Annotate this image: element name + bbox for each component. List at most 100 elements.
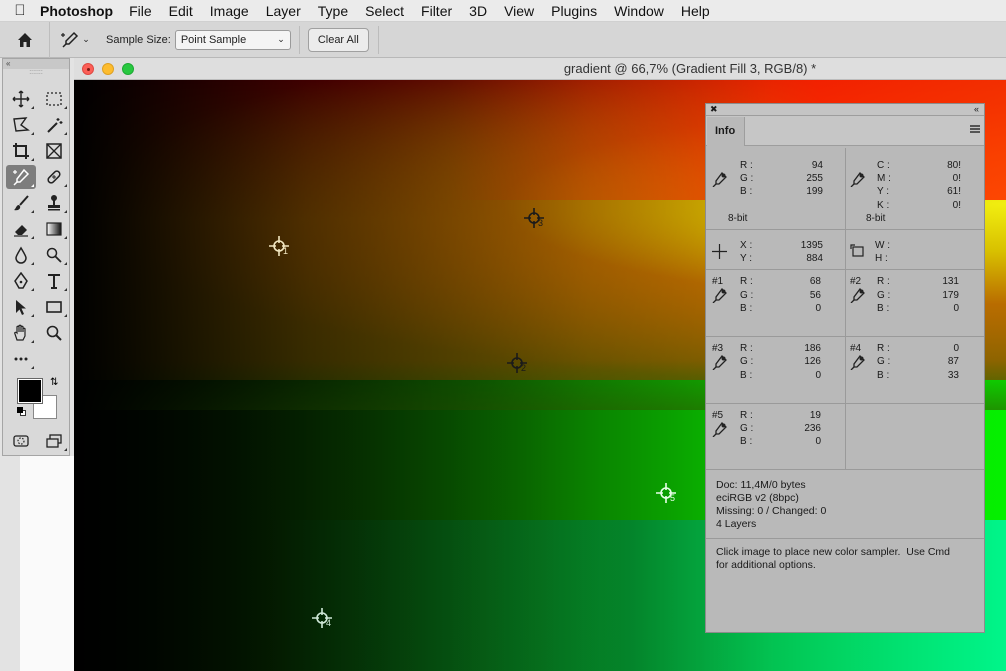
screen-mode-icon[interactable] [39,429,69,453]
divider [706,469,984,470]
frame-tool-icon[interactable] [39,139,69,163]
polygonal-lasso-icon[interactable] [6,113,36,137]
menu-image[interactable]: Image [210,3,249,19]
doc-size-text: Doc: 11,4M/0 bytes [716,479,806,491]
path-selection-icon[interactable] [6,295,36,319]
color-profile-text: eciRGB v2 (8bpc) [716,492,799,504]
s4-g-label: G : [877,356,891,367]
tool-preset-picker[interactable]: ⌄ [50,22,100,58]
home-button[interactable] [0,21,50,58]
sampler-3-tag: #3 [712,343,724,354]
color-sampler-2[interactable]: 2 [504,350,530,376]
healing-brush-icon[interactable] [39,165,69,189]
move-tool-icon[interactable] [6,87,36,111]
menu-file[interactable]: File [129,3,152,19]
sampler-number: 2 [521,363,527,373]
sampler-number: 3 [538,218,544,228]
sample-size-label: Sample Size: [106,33,171,46]
info-panel: ✖ « Info R : G : B : 94 255 199 8-bit C … [705,103,985,633]
divider [377,25,379,54]
divider [706,336,984,337]
menu-filter[interactable]: Filter [421,3,452,19]
missing-changed-text: Missing: 0 / Changed: 0 [716,505,827,517]
sample-size-select[interactable]: Point Sample ⌄ [174,29,291,50]
dodge-icon[interactable] [39,243,69,267]
tool-row [3,321,71,347]
eraser-icon[interactable] [6,217,36,241]
type-icon[interactable] [39,269,69,293]
collapse-panel-icon[interactable]: « [974,104,979,115]
rgb-r-value: 94 [811,160,823,171]
s4-r-value: 0 [953,343,959,354]
s1-g-value: 56 [809,290,821,301]
panel-header: ✖ « [706,104,984,116]
color-sampler-3[interactable]: 3 [521,205,547,231]
divider [706,538,984,539]
panel-menu-icon[interactable] [970,125,980,133]
menu-view[interactable]: View [504,3,534,19]
foreground-color-swatch[interactable] [17,378,43,404]
crosshair-icon [712,244,727,262]
clear-all-button[interactable]: Clear All [307,27,369,52]
menu-plugins[interactable]: Plugins [551,3,597,19]
chevron-down-icon: ⌄ [277,34,285,44]
s3-b-label: B : [740,370,753,381]
panel-tabs: Info [706,116,984,146]
gradient-icon[interactable] [39,217,69,241]
menu-3d[interactable]: 3D [469,3,487,19]
default-colors-icon[interactable] [17,407,26,416]
apple-icon[interactable]:  [0,2,40,19]
eyedropper-icon[interactable] [712,422,727,440]
crop-icon[interactable] [6,139,36,163]
eyedropper-icon[interactable] [712,355,727,373]
menu-layer[interactable]: Layer [266,3,301,19]
cmyk-y-value: 61! [947,186,961,197]
s2-g-value: 179 [942,290,959,301]
color-sampler-4[interactable]: 4 [309,605,335,631]
clone-stamp-icon[interactable] [39,191,69,215]
s3-r-value: 186 [804,343,821,354]
rectangle-icon[interactable] [39,295,69,319]
rectangular-marquee-icon[interactable] [39,87,69,111]
toolbar-grip[interactable]: ::::::: [3,69,69,77]
eyedropper-icon[interactable] [712,288,727,306]
s5-b-label: B : [740,436,753,447]
s5-g-value: 236 [804,423,821,434]
eyedropper-icon[interactable] [850,355,865,373]
divider [706,229,984,230]
menu-app-name[interactable]: Photoshop [40,3,113,19]
pen-icon[interactable] [6,269,36,293]
color-sampler-tool-icon[interactable] [6,165,36,189]
s5-b-value: 0 [815,436,821,447]
divider [845,148,846,470]
eyedropper-icon[interactable] [712,172,727,190]
s3-b-value: 0 [815,370,821,381]
swap-colors-icon[interactable]: ⇅ [50,377,58,388]
menu-type[interactable]: Type [318,3,348,19]
tool-row [3,191,71,217]
eyedropper-icon[interactable] [850,288,865,306]
h-label: H : [875,253,888,264]
hand-icon[interactable] [6,321,36,345]
tab-info[interactable]: Info [707,117,745,146]
menu-edit[interactable]: Edit [169,3,193,19]
magic-wand-icon[interactable] [39,113,69,137]
close-panel-icon[interactable]: ✖ [710,104,718,115]
menu-window[interactable]: Window [614,3,664,19]
more-tools-icon[interactable] [6,347,36,371]
cmyk-c-value: 80! [947,160,961,171]
eyedropper-icon[interactable] [850,172,865,190]
brush-icon[interactable] [6,191,36,215]
s1-r-label: R : [740,276,753,287]
cmyk-k-value: 0! [952,200,961,211]
menu-select[interactable]: Select [365,3,404,19]
color-sampler-5[interactable]: 5 [653,480,679,506]
s4-b-label: B : [877,370,890,381]
color-sampler-1[interactable]: 1 [266,233,292,259]
menu-help[interactable]: Help [681,3,710,19]
collapse-toolbar-icon[interactable]: « [3,59,69,69]
blur-icon[interactable] [6,243,36,267]
cmyk-m-value: 0! [952,173,961,184]
zoom-icon[interactable] [39,321,69,345]
quick-mask-icon[interactable] [6,429,36,453]
